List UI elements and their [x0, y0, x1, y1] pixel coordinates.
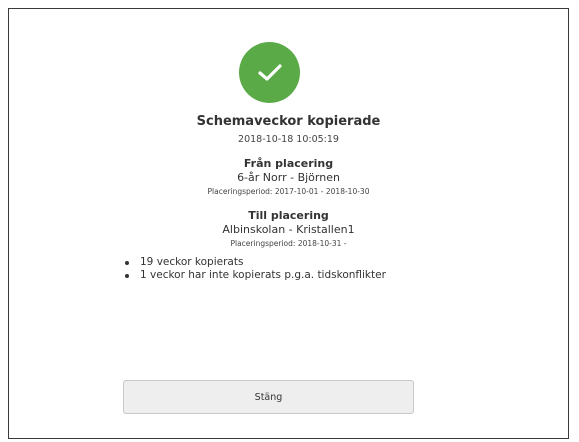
- bullet-icon: [125, 274, 129, 278]
- list-item: 1 veckor har inte kopierats p.g.a. tidsk…: [123, 269, 386, 282]
- success-checkmark-icon: [239, 42, 300, 103]
- copy-timestamp: 2018-10-18 10:05:19: [238, 134, 339, 145]
- from-placement-period: Placeringsperiod: 2017-10-01 - 2018-10-3…: [207, 187, 370, 196]
- dialog-title: Schemaveckor kopierade: [196, 114, 381, 129]
- to-placement-period: Placeringsperiod: 2018-10-31 -: [230, 239, 347, 248]
- from-placement-heading: Från placering: [243, 157, 334, 170]
- from-placement-value: 6-år Norr - Björnen: [237, 171, 340, 184]
- result-text: 1 veckor har inte kopierats p.g.a. tidsk…: [140, 269, 386, 281]
- close-button[interactable]: Stäng: [123, 380, 414, 414]
- checkmark-icon: [258, 64, 282, 81]
- result-text: 19 veckor kopierats: [140, 256, 244, 268]
- to-placement-heading: Till placering: [248, 209, 329, 222]
- copy-results-list: 19 veckor kopierats 1 veckor har inte ko…: [123, 256, 386, 282]
- copy-result-dialog: Schemaveckor kopierade 2018-10-18 10:05:…: [8, 8, 569, 439]
- to-placement-value: Albinskolan - Kristallen1: [222, 223, 355, 236]
- bullet-icon: [125, 261, 129, 265]
- list-item: 19 veckor kopierats: [123, 256, 386, 269]
